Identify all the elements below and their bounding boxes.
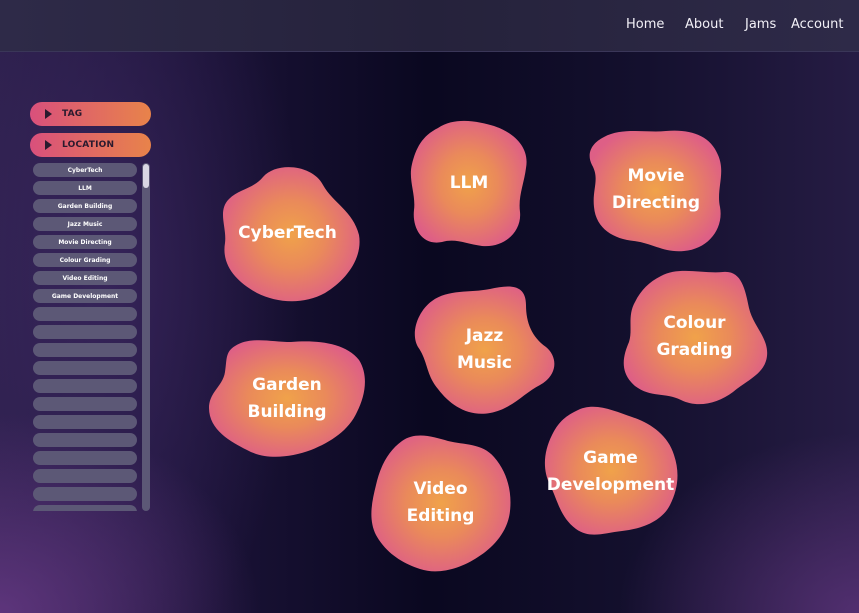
blob-shape xyxy=(414,286,555,414)
filter-option-empty[interactable] xyxy=(33,379,137,393)
topic-blob-colour-grading[interactable]: Colour Grading xyxy=(621,268,768,406)
filter-option-list: CyberTech LLM Garden Building Jazz Music… xyxy=(33,163,137,511)
blob-shape xyxy=(544,406,678,535)
filter-option-empty[interactable] xyxy=(33,307,137,321)
nav-account-link[interactable]: Account xyxy=(791,17,844,32)
filter-option[interactable]: Colour Grading xyxy=(33,253,137,267)
filter-option-empty[interactable] xyxy=(33,325,137,339)
top-nav-bar: Home About Jams Account xyxy=(0,0,859,52)
list-scrollbar-thumb[interactable] xyxy=(143,164,149,188)
blob-shape xyxy=(623,270,768,405)
expand-arrow-icon xyxy=(45,109,52,119)
nav-jams-link[interactable]: Jams xyxy=(745,17,776,32)
expand-arrow-icon xyxy=(45,140,52,150)
topic-blob-game-development[interactable]: Game Development xyxy=(542,405,679,539)
location-filter-toggle[interactable]: LOCATION xyxy=(30,133,151,157)
filter-option[interactable]: Garden Building xyxy=(33,199,137,213)
blob-shape xyxy=(222,167,360,302)
topic-blob-video-editing[interactable]: Video Editing xyxy=(368,431,513,575)
blob-shape xyxy=(209,340,365,457)
tag-filter-label: TAG xyxy=(62,109,83,119)
filter-option-empty[interactable] xyxy=(33,505,137,511)
filter-option-empty[interactable] xyxy=(33,487,137,501)
filter-option[interactable]: LLM xyxy=(33,181,137,195)
topic-blob-llm[interactable]: LLM xyxy=(408,118,530,248)
filter-option[interactable]: Jazz Music xyxy=(33,217,137,231)
list-scrollbar-track[interactable] xyxy=(142,163,150,511)
filter-option-empty[interactable] xyxy=(33,397,137,411)
filter-option-empty[interactable] xyxy=(33,433,137,447)
filter-option-empty[interactable] xyxy=(33,451,137,465)
filter-option-empty[interactable] xyxy=(33,415,137,429)
filter-option[interactable]: Video Editing xyxy=(33,271,137,285)
filter-option[interactable]: CyberTech xyxy=(33,163,137,177)
topic-blob-movie-directing[interactable]: Movie Directing xyxy=(586,127,726,253)
topic-blob-garden-building[interactable]: Garden Building xyxy=(207,338,367,459)
blob-shape xyxy=(589,130,722,252)
filter-option-empty[interactable] xyxy=(33,343,137,357)
filter-option[interactable]: Movie Directing xyxy=(33,235,137,249)
blob-shape xyxy=(410,120,527,247)
blob-shape xyxy=(371,435,511,572)
nav-home-link[interactable]: Home xyxy=(626,17,664,32)
filter-option-empty[interactable] xyxy=(33,361,137,375)
topic-blob-cybertech[interactable]: CyberTech xyxy=(215,163,360,303)
location-filter-label: LOCATION xyxy=(62,140,115,150)
topic-blob-jazz-music[interactable]: Jazz Music xyxy=(412,283,557,416)
nav-about-link[interactable]: About xyxy=(685,17,723,32)
filter-option[interactable]: Game Development xyxy=(33,289,137,303)
tag-filter-toggle[interactable]: TAG xyxy=(30,102,151,126)
filter-option-empty[interactable] xyxy=(33,469,137,483)
